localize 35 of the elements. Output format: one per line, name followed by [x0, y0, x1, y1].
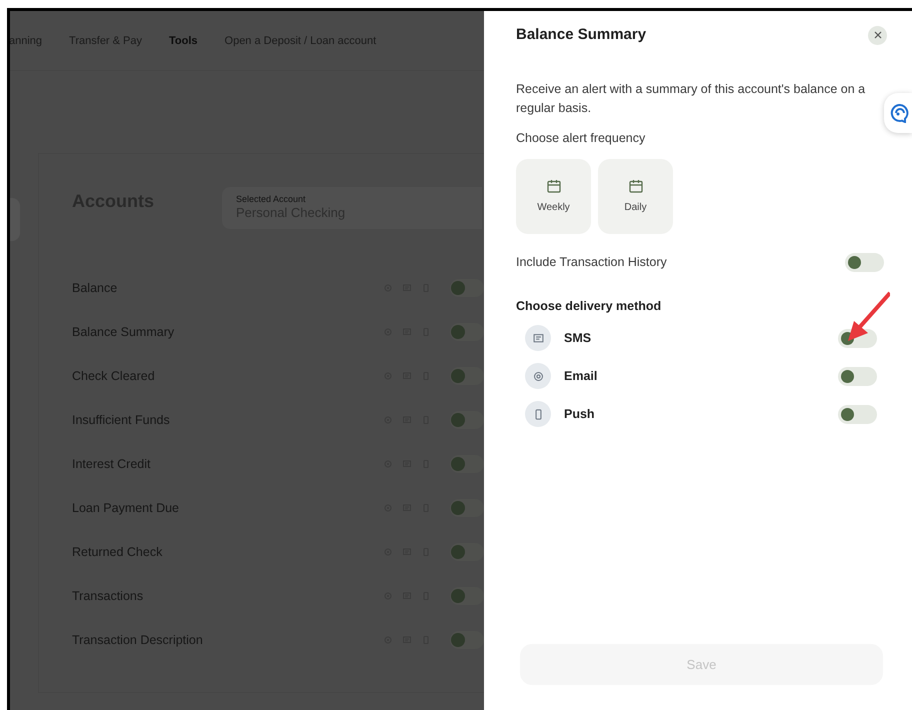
toggle-switch[interactable]: [450, 455, 484, 473]
close-icon: [874, 31, 882, 40]
chat-tab[interactable]: [884, 93, 912, 133]
panel-description: Receive an alert with a summary of this account's balance on a regular basis.: [516, 80, 866, 117]
delivery-label: Choose delivery method: [516, 298, 662, 316]
calendar-icon: [546, 178, 560, 193]
toggle-switch[interactable]: [838, 366, 877, 386]
frequency-option[interactable]: Weekly: [516, 159, 591, 234]
nav-link[interactable]: Tools: [169, 32, 198, 50]
frequency-option[interactable]: Daily: [598, 159, 673, 234]
toggle-switch[interactable]: [450, 367, 484, 385]
method-label: Push: [564, 406, 596, 423]
toggle-switch[interactable]: [450, 323, 484, 341]
arrow-annotation: [846, 291, 890, 343]
toggle-switch[interactable]: [845, 253, 884, 272]
toggle-switch[interactable]: [450, 279, 484, 297]
side-tab[interactable]: [10, 198, 20, 241]
toggle-switch[interactable]: [450, 543, 484, 561]
toggle-switch[interactable]: [450, 631, 484, 649]
frequency-label: Choose alert frequency: [516, 130, 646, 147]
chat-icon: [890, 103, 910, 123]
method-label: SMS: [564, 330, 592, 347]
close-button[interactable]: [868, 26, 887, 45]
history-label: Include Transaction History: [516, 254, 667, 272]
field-label: Selected Account: [236, 193, 307, 205]
panel-title: Balance Summary: [516, 25, 646, 45]
toggle-switch[interactable]: [838, 404, 877, 424]
at-sign-icon: [532, 370, 544, 382]
message-icon: [532, 332, 544, 344]
toggle-switch[interactable]: [450, 499, 484, 517]
toggle-switch[interactable]: [450, 411, 484, 429]
phone-icon: [532, 408, 544, 420]
method-label: Email: [564, 368, 598, 385]
calendar-icon: [628, 178, 642, 193]
toggle-switch[interactable]: [450, 587, 484, 605]
